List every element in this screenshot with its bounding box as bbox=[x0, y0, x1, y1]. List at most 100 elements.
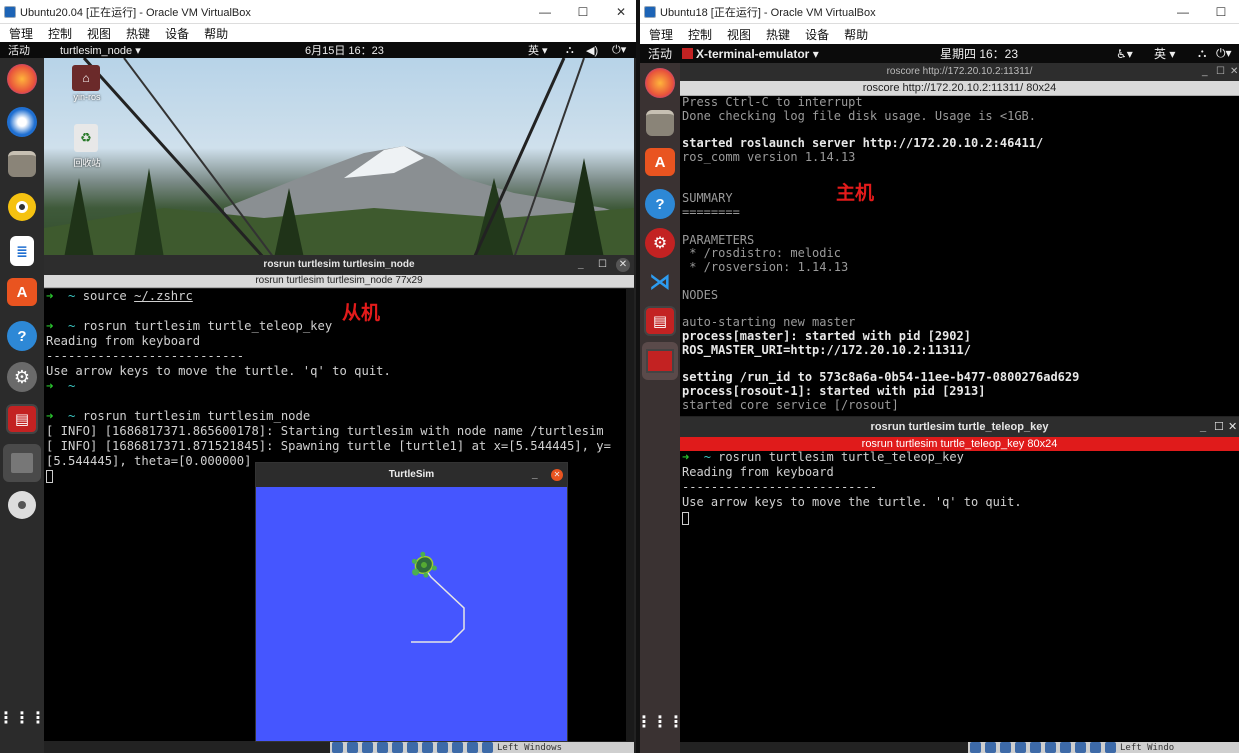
files-icon[interactable] bbox=[646, 110, 674, 136]
accessibility-icon[interactable]: ♿▾ bbox=[1116, 47, 1133, 61]
clock[interactable]: 6月15日 16：23 bbox=[305, 42, 384, 58]
files-icon[interactable] bbox=[8, 151, 36, 177]
recording-icon[interactable] bbox=[1075, 742, 1086, 753]
home-folder-icon[interactable]: ⌂ bbox=[72, 65, 100, 91]
cd-icon[interactable] bbox=[985, 742, 996, 753]
help-icon[interactable]: ? bbox=[7, 321, 37, 351]
mouse-icon[interactable] bbox=[1105, 742, 1116, 753]
roscore-terminal-titlebar[interactable]: roscore http://172.20.10.2:11311/ _ ☐ ✕ bbox=[680, 63, 1239, 81]
terminal-minimize-button[interactable]: _ bbox=[1202, 63, 1208, 81]
audio-icon[interactable] bbox=[362, 742, 373, 753]
display-icon[interactable] bbox=[422, 742, 433, 753]
terminal-close-button[interactable]: ✕ bbox=[616, 258, 630, 272]
shared-folder-icon[interactable] bbox=[1045, 742, 1056, 753]
vscode-icon[interactable]: ⋊ bbox=[645, 267, 675, 297]
rhythmbox-icon[interactable] bbox=[8, 193, 36, 221]
cpu-icon[interactable] bbox=[1090, 742, 1101, 753]
maximize-button[interactable]: ☐ bbox=[1202, 0, 1239, 24]
firefox-icon[interactable] bbox=[7, 64, 37, 94]
menu-manage[interactable]: 管理 bbox=[649, 26, 679, 43]
terminal-dock-icon[interactable]: ▤ bbox=[644, 306, 676, 336]
software-center-icon[interactable]: A bbox=[7, 278, 37, 306]
terminal-close-button[interactable]: ✕ bbox=[1230, 63, 1238, 81]
recording-icon[interactable] bbox=[437, 742, 448, 753]
show-apps-icon[interactable]: ⋮⋮⋮ bbox=[0, 706, 46, 730]
tools-icon[interactable]: ⚙ bbox=[645, 228, 675, 258]
help-icon[interactable]: ? bbox=[645, 189, 675, 219]
app-menu[interactable]: turtlesim_node ▾ bbox=[60, 44, 141, 57]
right-vm-titlebar[interactable]: Ubuntu18 [正在运行] - Oracle VM VirtualBox —… bbox=[640, 0, 1239, 24]
terminal-maximize-button[interactable]: ☐ bbox=[1216, 63, 1225, 81]
minimize-button[interactable]: — bbox=[1164, 0, 1202, 24]
hdd-icon[interactable] bbox=[970, 742, 981, 753]
hdd-icon[interactable] bbox=[332, 742, 343, 753]
terminal-close-button[interactable]: ✕ bbox=[1228, 417, 1237, 437]
software-center-icon[interactable]: A bbox=[645, 148, 675, 176]
clock[interactable]: 星期四 16：23 bbox=[940, 45, 1018, 62]
menu-hotkey[interactable]: 热键 bbox=[766, 26, 796, 43]
close-button[interactable]: ✕ bbox=[602, 0, 640, 24]
turtlesim-close-button[interactable]: ✕ bbox=[551, 469, 563, 481]
menu-devices[interactable]: 设备 bbox=[165, 25, 195, 42]
show-apps-icon[interactable]: ⋮⋮⋮ bbox=[636, 710, 684, 734]
network-icon[interactable] bbox=[1015, 742, 1026, 753]
keyboard-arrow-icon[interactable] bbox=[482, 742, 493, 753]
running-app-icon[interactable] bbox=[3, 444, 41, 482]
menu-manage[interactable]: 管理 bbox=[9, 25, 39, 42]
terminal-maximize-button[interactable]: ☐ bbox=[598, 255, 607, 275]
teleop-terminal-output[interactable]: ➜ ~ rosrun turtlesim turtle_teleop_key Re… bbox=[680, 451, 1239, 742]
terminal-dock-icon[interactable]: ▤ bbox=[6, 404, 38, 434]
terminal-line: * /rosdistro: melodic bbox=[682, 246, 841, 261]
menu-view[interactable]: 视图 bbox=[87, 25, 117, 42]
teleop-terminal-tab[interactable]: rosrun turtlesim turtle_teleop_key 80x24 bbox=[680, 437, 1239, 451]
minimize-button[interactable]: — bbox=[526, 0, 564, 24]
roscore-terminal-output[interactable]: Press Ctrl-C to interrupt Done checking l… bbox=[680, 96, 1239, 416]
settings-icon[interactable]: ⚙ bbox=[7, 362, 37, 392]
terminal-minimize-button[interactable]: _ bbox=[1200, 417, 1206, 437]
app-menu[interactable]: X-terminal-emulator ▾ bbox=[696, 47, 819, 61]
thunderbird-icon[interactable] bbox=[7, 107, 37, 137]
trash-icon[interactable]: ♻ bbox=[74, 124, 98, 152]
usb-icon[interactable] bbox=[1030, 742, 1041, 753]
cd-icon[interactable] bbox=[347, 742, 358, 753]
firefox-icon[interactable] bbox=[645, 68, 675, 98]
terminal-dock-icon-active[interactable] bbox=[642, 342, 678, 380]
teleop-terminal-titlebar[interactable]: rosrun turtlesim turtle_teleop_key _ ☐ ✕ bbox=[680, 417, 1239, 437]
volume-icon[interactable]: ◀) bbox=[586, 44, 598, 57]
mouse-icon[interactable] bbox=[467, 742, 478, 753]
turtlesim-titlebar[interactable]: TurtleSim _ ✕ bbox=[256, 463, 567, 487]
maximize-button[interactable]: ☐ bbox=[564, 0, 602, 24]
roscore-terminal-tab[interactable]: roscore http://172.20.10.2:11311/ 80x24 bbox=[680, 81, 1239, 96]
menu-devices[interactable]: 设备 bbox=[805, 26, 835, 43]
power-icon[interactable]: ⏻▾ bbox=[612, 43, 626, 57]
input-method[interactable]: 英 ▾ bbox=[528, 42, 548, 58]
power-icon[interactable]: ⏻▾ bbox=[1216, 46, 1232, 61]
shared-folder-icon[interactable] bbox=[407, 742, 418, 753]
network-icon[interactable] bbox=[377, 742, 388, 753]
turtlesim-minimize-button[interactable]: _ bbox=[532, 463, 538, 487]
input-method[interactable]: 英 ▾ bbox=[1154, 45, 1175, 62]
menu-hotkey[interactable]: 热键 bbox=[126, 25, 156, 42]
activities-button[interactable]: 活动 bbox=[648, 45, 672, 62]
left-terminal-scrollbar[interactable] bbox=[626, 289, 634, 741]
usb-icon[interactable] bbox=[392, 742, 403, 753]
menu-help[interactable]: 帮助 bbox=[204, 25, 234, 42]
left-vm-titlebar[interactable]: Ubuntu20.04 [正在运行] - Oracle VM VirtualBo… bbox=[0, 0, 636, 24]
terminal-minimize-button[interactable]: _ bbox=[578, 255, 584, 275]
writer-icon[interactable]: ≣ bbox=[10, 236, 34, 266]
display-icon[interactable] bbox=[1060, 742, 1071, 753]
terminal-maximize-button[interactable]: ☐ bbox=[1214, 417, 1224, 437]
activities-button[interactable]: 活动 bbox=[8, 42, 30, 58]
audio-icon[interactable] bbox=[1000, 742, 1011, 753]
left-terminal-tab[interactable]: rosrun turtlesim turtlesim_node 77x29 bbox=[44, 275, 634, 288]
network-icon[interactable]: ⛬ bbox=[1198, 46, 1206, 61]
menu-control[interactable]: 控制 bbox=[48, 25, 78, 42]
cpu-icon[interactable] bbox=[452, 742, 463, 753]
menu-view[interactable]: 视图 bbox=[727, 26, 757, 43]
menu-help[interactable]: 帮助 bbox=[844, 26, 874, 43]
left-terminal-titlebar[interactable]: rosrun turtlesim turtlesim_node _ ☐ ✕ bbox=[44, 255, 634, 275]
network-icon[interactable]: ⛬ bbox=[566, 44, 574, 57]
menu-control[interactable]: 控制 bbox=[688, 26, 718, 43]
dvd-icon[interactable] bbox=[8, 491, 36, 519]
